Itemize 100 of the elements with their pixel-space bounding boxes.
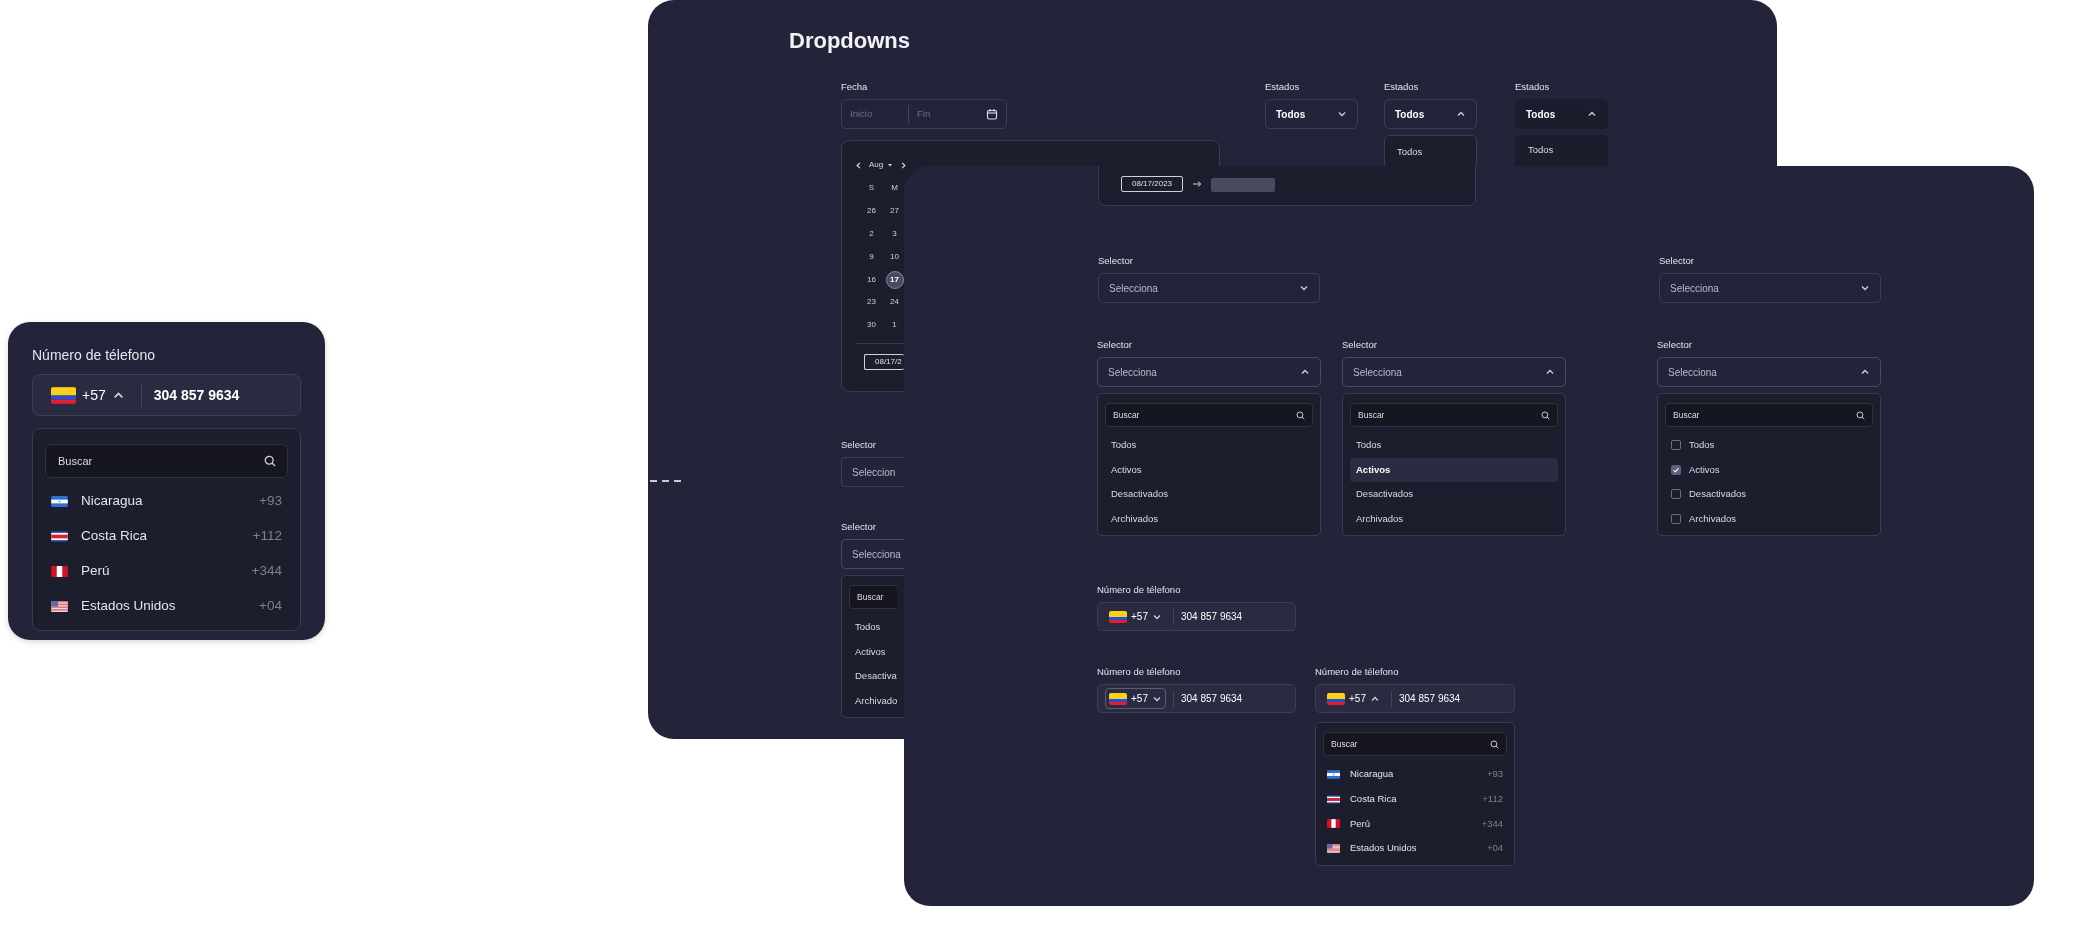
dropdown-option[interactable]: Desactivados — [1665, 482, 1873, 507]
phone-field[interactable]: +57 304 857 9634 — [1097, 602, 1296, 631]
end-date-input[interactable]: Fin — [917, 106, 967, 122]
select-field[interactable]: Selecciona — [841, 539, 904, 569]
calendar-icon — [986, 108, 998, 120]
phone-number: 304 857 9634 — [1398, 692, 1461, 706]
country-option[interactable]: Estados Unidos +04 — [45, 589, 288, 624]
country-code: +93 — [259, 492, 282, 511]
calendar-day[interactable]: 3 — [885, 225, 904, 243]
status-dropdown[interactable]: Todos — [1515, 99, 1608, 129]
select-field[interactable]: Selecciona — [1657, 357, 1881, 387]
field-label: Estados — [1515, 80, 1551, 93]
calendar-day[interactable]: 9 — [862, 247, 881, 266]
calendar-day[interactable]: 26 — [862, 202, 881, 221]
dropdown-option[interactable]: Desactiva — [849, 664, 897, 689]
calendar-day[interactable]: 17 — [885, 270, 904, 289]
country-option[interactable]: Nicaragua +93 — [1323, 762, 1507, 787]
calendar-day[interactable]: 10 — [885, 247, 904, 266]
dropdown-option[interactable]: Todos — [1350, 433, 1558, 458]
weekday-label: M — [890, 182, 899, 195]
country-selector[interactable]: +57 — [1105, 688, 1166, 709]
field-label: Selector — [841, 438, 877, 451]
select-field[interactable]: Selecciona — [1659, 273, 1881, 303]
status-dropdown[interactable]: Todos — [1265, 99, 1358, 129]
dropdown-option[interactable]: Activos — [1350, 457, 1558, 482]
calendar-day[interactable]: 30 — [862, 316, 881, 335]
checkbox[interactable] — [1671, 464, 1681, 475]
chevron-right-icon — [899, 160, 909, 170]
country-name: Perú — [1350, 816, 1372, 831]
phone-field[interactable]: +57 304 857 9634 — [1097, 684, 1296, 713]
select-field[interactable]: Seleccion — [841, 457, 904, 487]
dropdown-option[interactable]: Activos — [1105, 457, 1313, 482]
dropdown-option[interactable]: Todos — [1391, 140, 1470, 165]
month-select[interactable]: Aug — [869, 159, 894, 171]
phone-number: 304 857 9634 — [153, 385, 240, 405]
country-selector[interactable]: +57 — [1323, 688, 1384, 709]
checkbox[interactable] — [1671, 440, 1681, 451]
flag-icon — [51, 566, 68, 577]
dropdown-option[interactable]: Desactivados — [1105, 482, 1313, 507]
country-selector[interactable]: +57 — [1105, 606, 1166, 627]
flag-icon — [1109, 692, 1127, 705]
country-option[interactable]: Perú +344 — [45, 554, 288, 589]
chevron-up-icon — [1587, 109, 1597, 119]
phone-number: 304 857 9634 — [1180, 610, 1243, 624]
country-name: Costa Rica — [81, 527, 149, 546]
calendar-day[interactable]: 1 — [885, 316, 904, 335]
dropdown-option[interactable]: Todos — [1665, 433, 1873, 458]
country-selector[interactable]: +57 — [47, 380, 129, 410]
search-field[interactable]: Buscar — [45, 444, 288, 478]
option-label: Desactivados — [1689, 487, 1747, 502]
search-field[interactable]: Buscar — [1350, 403, 1558, 427]
search-field[interactable]: Buscar — [1665, 403, 1873, 427]
status-dropdown[interactable]: Todos — [1384, 99, 1477, 129]
dropdown-option[interactable]: Todos — [1105, 433, 1313, 458]
dropdown-option[interactable]: Activos — [849, 639, 897, 664]
country-code: +344 — [251, 562, 282, 581]
checkbox[interactable] — [1671, 513, 1681, 524]
dropdown-option[interactable]: Todos — [849, 615, 897, 640]
dropdown-option[interactable]: Activos — [1665, 457, 1873, 482]
country-option[interactable]: Nicaragua +93 — [45, 484, 288, 519]
country-code: +93 — [1486, 767, 1503, 782]
dropdown-option[interactable]: Todos — [1522, 140, 1601, 161]
calendar-day[interactable]: 23 — [862, 293, 881, 312]
country-option[interactable]: Estados Unidos +04 — [1323, 836, 1507, 861]
dropdown-option[interactable]: Archivados — [1105, 506, 1313, 531]
date-input[interactable]: 08/17/2023 — [1121, 176, 1184, 192]
search-field[interactable]: Buscar — [1105, 403, 1313, 427]
country-option[interactable]: Perú +344 — [1323, 811, 1507, 837]
calendar-day[interactable]: 27 — [885, 202, 904, 221]
phone-field[interactable]: +57 304 857 9634 — [1315, 684, 1515, 713]
dropdown-option[interactable]: Desactivados — [1350, 482, 1558, 507]
country-option[interactable]: Costa Rica +112 — [45, 519, 288, 554]
country-code: +04 — [259, 597, 282, 616]
flag-icon — [1327, 769, 1340, 779]
calendar-day[interactable]: 16 — [862, 270, 881, 289]
option-label: Activos — [1689, 462, 1720, 477]
flag-icon — [1327, 692, 1345, 705]
field-label: Número de télefono — [32, 346, 156, 364]
field-label: Selector — [1098, 254, 1134, 267]
flag-icon — [1327, 794, 1340, 804]
dropdown-option[interactable]: Archivados — [1350, 506, 1558, 531]
start-date-input[interactable]: Inicio — [850, 106, 900, 122]
country-code: +04 — [1486, 841, 1503, 856]
field-label: Selector — [1097, 338, 1133, 351]
country-option[interactable]: Costa Rica +112 — [1323, 786, 1507, 812]
calendar-day[interactable]: 2 — [862, 225, 881, 243]
date-range-field[interactable]: Inicio Fin — [841, 99, 1007, 129]
select-field[interactable]: Selecciona — [1098, 273, 1320, 303]
date-input[interactable] — [1211, 178, 1276, 192]
search-icon — [1296, 410, 1305, 420]
select-field[interactable]: Selecciona — [1097, 357, 1321, 387]
select-field[interactable]: Selecciona — [1342, 357, 1566, 387]
dropdown-option[interactable]: Archivado — [849, 688, 897, 713]
dropdown-option[interactable]: Archivados — [1665, 506, 1873, 531]
search-field[interactable]: Buscar — [849, 585, 897, 609]
country-name: Perú — [81, 562, 111, 581]
calendar-day[interactable]: 24 — [885, 293, 904, 312]
checkbox[interactable] — [1671, 489, 1681, 500]
search-field[interactable]: Buscar — [1323, 732, 1507, 756]
phone-field[interactable]: +57 304 857 9634 — [32, 374, 301, 416]
